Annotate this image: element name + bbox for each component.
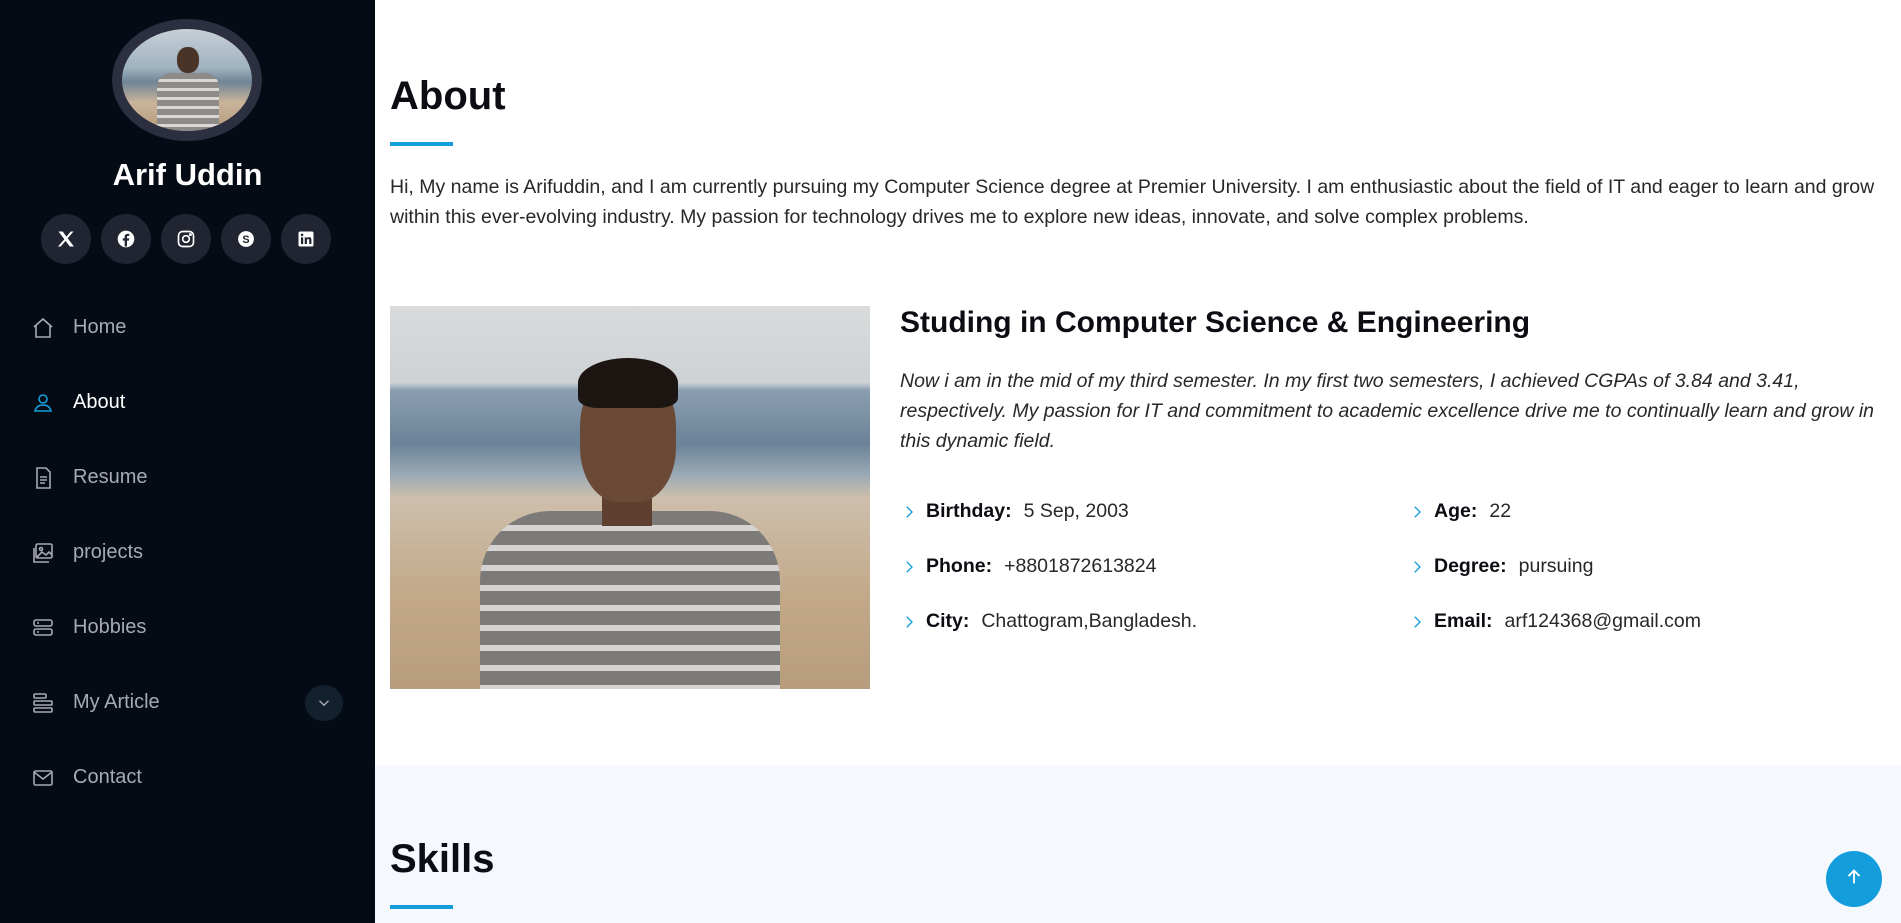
nav-item-contact[interactable]: Contact: [0, 740, 375, 815]
chevron-right-icon: [1408, 613, 1434, 631]
fact-label: Birthday:: [926, 500, 1012, 522]
skills-section: Skills: [375, 765, 1901, 923]
about-description: Now i am in the mid of my third semester…: [900, 370, 1874, 452]
fact-value: +8801872613824: [1004, 555, 1157, 577]
nav-item-home[interactable]: Home: [0, 290, 375, 365]
avatar-photo: [122, 29, 252, 131]
fact-city: City: Chattogram,Bangladesh.: [900, 610, 1197, 633]
fact-age: Age: 22: [1408, 500, 1511, 523]
social-links: S: [41, 214, 331, 264]
linkedin-icon[interactable]: [281, 214, 331, 264]
fact-value: 5 Sep, 2003: [1023, 500, 1129, 522]
skills-title: Skills: [390, 837, 495, 881]
envelope-icon: [31, 765, 57, 791]
instagram-icon[interactable]: [161, 214, 211, 264]
nav-label: Resume: [73, 466, 148, 488]
fact-phone: Phone: +8801872613824: [900, 555, 1156, 578]
fact-value: arf124368@gmail.com: [1504, 610, 1702, 632]
title-underline: [390, 905, 453, 909]
fact-email: Email: arf124368@gmail.com: [1408, 610, 1701, 633]
fact-label: Phone:: [926, 555, 993, 577]
profile-photo: [390, 306, 870, 689]
skype-icon[interactable]: S: [221, 214, 271, 264]
fact-value: pursuing: [1518, 555, 1594, 577]
profile-name: Arif Uddin: [112, 157, 263, 192]
chevron-right-icon: [1408, 558, 1434, 576]
chevron-right-icon: [900, 503, 926, 521]
file-text-icon: [31, 465, 57, 491]
fact-degree: Degree: pursuing: [1408, 555, 1593, 578]
chevron-right-icon: [900, 613, 926, 631]
arrow-up-icon: [1843, 866, 1865, 893]
nav-item-about[interactable]: About: [0, 365, 375, 440]
chevron-down-icon[interactable]: [305, 685, 343, 721]
fact-label: Degree:: [1434, 555, 1507, 577]
nav-item-my-article[interactable]: My Article: [0, 665, 375, 740]
sidebar-nav: Home About Resume projects Hobbies My Ar…: [0, 290, 375, 815]
facebook-icon[interactable]: [101, 214, 151, 264]
about-heading: Studing in Computer Science & Engineerin…: [900, 306, 1531, 339]
images-icon: [31, 540, 57, 566]
fact-label: City:: [926, 610, 970, 632]
nav-label: Home: [73, 316, 127, 338]
fact-label: Email:: [1434, 610, 1493, 632]
svg-text:S: S: [242, 234, 249, 246]
nav-label: Contact: [73, 766, 142, 788]
fact-birthday: Birthday: 5 Sep, 2003: [900, 500, 1129, 523]
back-to-top-button[interactable]: [1826, 851, 1882, 907]
fact-value: 22: [1489, 500, 1512, 522]
title-underline: [390, 142, 453, 146]
menu-stack-icon: [31, 690, 57, 716]
main-content: About Hi, My name is Arifuddin, and I am…: [375, 0, 1901, 923]
chevron-right-icon: [1408, 503, 1434, 521]
nav-label: About: [73, 391, 126, 413]
nav-label: projects: [73, 541, 144, 563]
x-twitter-icon[interactable]: [41, 214, 91, 264]
about-intro: Hi, My name is Arifuddin, and I am curre…: [390, 176, 1875, 228]
about-info: Studing in Computer Science & Engineerin…: [900, 300, 1900, 632]
fact-value: Chattogram,Bangladesh.: [981, 610, 1198, 632]
house-icon: [31, 315, 57, 341]
about-section: About Hi, My name is Arifuddin, and I am…: [375, 0, 1901, 765]
about-title: About: [390, 74, 506, 118]
nav-item-resume[interactable]: Resume: [0, 440, 375, 515]
nav-item-hobbies[interactable]: Hobbies: [0, 590, 375, 665]
nav-item-projects[interactable]: projects: [0, 515, 375, 590]
fact-label: Age:: [1434, 500, 1478, 522]
nav-label: My Article: [73, 691, 160, 713]
person-icon: [31, 390, 57, 416]
chevron-right-icon: [900, 558, 926, 576]
server-icon: [31, 615, 57, 641]
sidebar: Arif Uddin S Home About Resume projects …: [0, 0, 375, 923]
nav-label: Hobbies: [73, 616, 147, 638]
profile-avatar: [112, 19, 262, 141]
